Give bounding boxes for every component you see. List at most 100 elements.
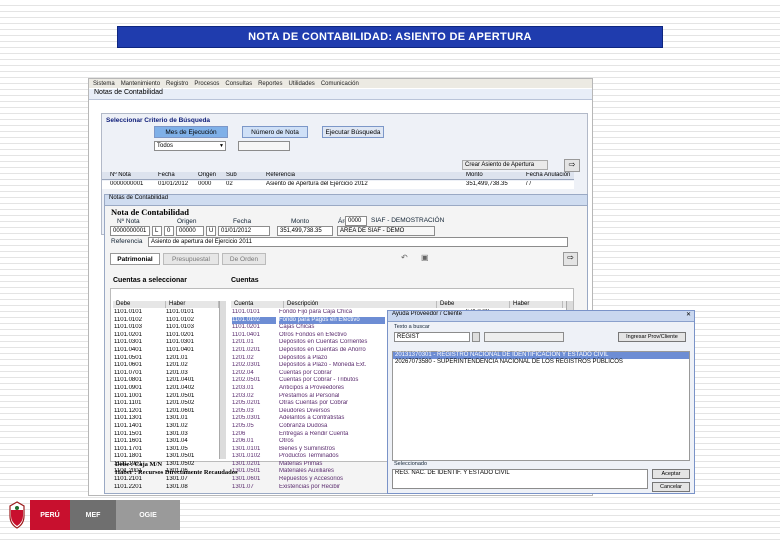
fecha-field[interactable]: 01/01/2012: [218, 226, 270, 236]
list-item[interactable]: 1301.0101: [232, 446, 276, 454]
list-item[interactable]: 1206: [232, 431, 276, 439]
list-item[interactable]: 1301.0501: [166, 453, 214, 461]
scrollbar[interactable]: [219, 301, 226, 459]
flag3-field[interactable]: U: [206, 226, 216, 236]
accept-button[interactable]: Aceptar: [652, 469, 690, 479]
dialog-results-list[interactable]: 20131370301 - REGISTRO NACIONAL DE IDENT…: [392, 351, 690, 461]
list-item[interactable]: 1205.05: [232, 423, 276, 431]
list-item[interactable]: 1101.0701: [114, 370, 162, 378]
list-item[interactable]: 1101.0102: [166, 317, 214, 325]
referencia-field[interactable]: Asiento de apertura del Ejercicio 2011: [148, 237, 568, 247]
list-item[interactable]: 1201.0201: [232, 347, 276, 355]
list-item[interactable]: 1301.0601: [232, 476, 276, 484]
list-item[interactable]: Cajas Chicas: [279, 324, 385, 332]
menu-registro[interactable]: Registro: [166, 81, 188, 87]
list-item[interactable]: Cobranza Dudosa: [279, 423, 385, 431]
monto-field[interactable]: 351,499,738.35: [277, 226, 333, 236]
list-item[interactable]: 1206.01: [232, 438, 276, 446]
table-row[interactable]: 0000000001 01/01/2012 0000 02 Asiento de…: [102, 181, 574, 189]
menu-procesos[interactable]: Procesos: [194, 81, 219, 87]
list-item[interactable]: 1201.0601: [166, 408, 214, 416]
list-item[interactable]: Otras Cuentas por Cobrar: [279, 400, 385, 408]
list-item[interactable]: 1101.0601: [114, 362, 162, 370]
list-item[interactable]: Materias Primas: [279, 461, 385, 469]
menu-sistema[interactable]: Sistema: [93, 81, 115, 87]
list-item[interactable]: 1101.0102: [232, 316, 276, 325]
tab-presupuestal[interactable]: Presupuestal: [163, 253, 219, 265]
nro-field[interactable]: 0000000001: [110, 226, 150, 236]
haber-list[interactable]: 1101.0101 1101.0102 1101.0103 1101.0201 1101…: [166, 309, 214, 491]
list-item[interactable]: 1101.1101: [114, 400, 162, 408]
tab-patrimonial[interactable]: Patrimonial: [110, 253, 160, 265]
export-icon[interactable]: ⇨: [564, 159, 580, 172]
list-item[interactable]: 1101.0801: [114, 377, 162, 385]
cuentas-list[interactable]: 1101.0101 1101.0102 1101.0201 1101.0401 1201…: [232, 309, 276, 491]
list-item[interactable]: 1203.02: [232, 393, 276, 401]
list-item[interactable]: 1201.02: [166, 362, 214, 370]
list-item[interactable]: 1202.04: [232, 370, 276, 378]
area-code-field[interactable]: 0000: [345, 216, 367, 226]
export-icon[interactable]: ⇨: [563, 252, 578, 266]
dialog-filter-input[interactable]: [484, 332, 564, 342]
save-icon[interactable]: ▣: [421, 253, 433, 264]
undo-icon[interactable]: ↶: [401, 253, 413, 264]
origen-field[interactable]: 00000: [176, 226, 204, 236]
list-item[interactable]: 1202.0301: [232, 362, 276, 370]
list-item[interactable]: 1101.0201: [232, 324, 276, 332]
list-item[interactable]: 1201.0502: [166, 400, 214, 408]
tab-numero-nota[interactable]: Número de Nota: [242, 126, 308, 138]
list-item[interactable]: Repuestos y Accesorios: [279, 476, 385, 484]
list-item[interactable]: 1301.0201: [232, 461, 276, 469]
list-item[interactable]: 1101.0501: [114, 355, 162, 363]
cancel-button[interactable]: Cancelar: [652, 482, 690, 492]
list-item[interactable]: Cuentas por Cobrar - Tributos: [279, 377, 385, 385]
list-item[interactable]: Otros Fondos en Efectivo: [279, 332, 385, 340]
list-item[interactable]: 1101.1001: [114, 393, 162, 401]
list-item[interactable]: Depósitos en Cuentas de Ahorro: [279, 347, 385, 355]
list-item[interactable]: Existencias por Recibir: [279, 484, 385, 492]
list-item[interactable]: 1201.03: [166, 370, 214, 378]
list-item[interactable]: 1101.0103: [166, 324, 214, 332]
flag2-field[interactable]: 0: [164, 226, 174, 236]
list-item[interactable]: 1301.03: [166, 431, 214, 439]
list-item[interactable]: 1201.0402: [166, 385, 214, 393]
create-apertura-button[interactable]: Crear Asiento de Apertura: [462, 160, 548, 170]
list-item[interactable]: Depósitos en Cuentas Corrientes: [279, 339, 385, 347]
list-item[interactable]: Fondo para Pagos en Efectivo: [279, 316, 385, 325]
menu-comunicacion[interactable]: Comunicación: [321, 81, 359, 87]
menu-consultas[interactable]: Consultas: [225, 81, 252, 87]
list-item[interactable]: 1301.0502: [166, 461, 214, 469]
list-item[interactable]: 1101.0102: [114, 317, 162, 325]
list-item[interactable]: Entregas a Rendir Cuenta: [279, 431, 385, 439]
list-item[interactable]: Materiales Auxiliares: [279, 468, 385, 476]
nota-number-input[interactable]: [238, 141, 290, 151]
list-item[interactable]: 1101.0103: [114, 324, 162, 332]
list-item[interactable]: 1301.07: [232, 484, 276, 492]
list-item[interactable]: Deudores Diversos: [279, 408, 385, 416]
list-item[interactable]: 1201.0401: [166, 377, 214, 385]
list-item[interactable]: 1101.0401: [232, 332, 276, 340]
list-item[interactable]: 1301.0102: [232, 453, 276, 461]
list-item[interactable]: Fondo Fijo para Caja Chica: [279, 309, 385, 317]
list-item[interactable]: 1101.1401: [114, 423, 162, 431]
list-item[interactable]: Bienes y Suministros: [279, 446, 385, 454]
list-item[interactable]: 20131370301 - REGISTRO NACIONAL DE IDENT…: [393, 352, 689, 359]
list-item[interactable]: 1301.01: [166, 415, 214, 423]
list-item[interactable]: 1101.1801: [114, 453, 162, 461]
dialog-option-box[interactable]: [472, 332, 480, 342]
month-select[interactable]: Todos ▼: [154, 141, 226, 151]
list-item[interactable]: Anticipos a Proveedores: [279, 385, 385, 393]
list-item[interactable]: 1101.0101: [166, 309, 214, 317]
list-item[interactable]: 1101.1501: [114, 431, 162, 439]
list-item[interactable]: 1101.0301: [114, 339, 162, 347]
list-item[interactable]: 1301.07: [166, 476, 214, 484]
menu-reportes[interactable]: Reportes: [258, 81, 282, 87]
list-item[interactable]: Cuentas por Cobrar: [279, 370, 385, 378]
list-item[interactable]: Adelantos a Contratistas: [279, 415, 385, 423]
list-item[interactable]: 1101.2101: [114, 476, 162, 484]
list-item[interactable]: 1203.01: [232, 385, 276, 393]
ingresar-prov-button[interactable]: Ingresar Prov/Cliente: [618, 332, 686, 342]
list-item[interactable]: Productos Terminados: [279, 453, 385, 461]
close-icon[interactable]: ✕: [686, 311, 691, 318]
list-item[interactable]: 1101.1201: [114, 408, 162, 416]
